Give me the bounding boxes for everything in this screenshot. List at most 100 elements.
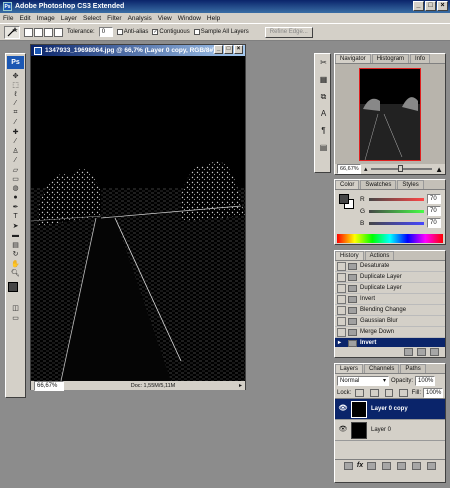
- canvas[interactable]: [31, 56, 245, 381]
- sample-all-layers-checkbox[interactable]: [193, 29, 200, 35]
- color-spectrum-bar[interactable]: [337, 234, 443, 243]
- history-brush-tool-icon[interactable]: ⁄: [7, 156, 24, 165]
- blur-tool-icon[interactable]: ◍: [7, 184, 24, 193]
- tab-navigator[interactable]: Navigator: [335, 54, 371, 63]
- tab-color[interactable]: Color: [335, 180, 360, 189]
- marquee-tool-icon[interactable]: ⬚: [7, 80, 24, 89]
- clone-stamp-tool-icon[interactable]: ♙: [7, 146, 24, 155]
- menu-filter[interactable]: Filter: [107, 15, 121, 22]
- document-zoom-field[interactable]: 66,67%: [34, 380, 64, 391]
- lock-pixels-icon[interactable]: [369, 388, 379, 397]
- close-button[interactable]: ×: [437, 1, 448, 11]
- tab-info[interactable]: Info: [410, 54, 431, 63]
- clone-source-icon[interactable]: ⧉: [315, 88, 332, 105]
- maximize-button[interactable]: □: [425, 1, 436, 11]
- history-item[interactable]: Duplicate Layer: [335, 272, 445, 283]
- character-icon[interactable]: A: [315, 105, 332, 122]
- path-selection-tool-icon[interactable]: ➤: [7, 221, 24, 230]
- screen-mode-icon[interactable]: ▭: [7, 313, 24, 322]
- pen-tool-icon[interactable]: ✒: [7, 202, 24, 211]
- eyedropper-tool-icon[interactable]: ⁄: [7, 118, 24, 127]
- magic-wand-tool-icon[interactable]: ⁄: [7, 99, 24, 108]
- magic-wand-tool-preset-icon[interactable]: [4, 25, 20, 39]
- lock-transparency-icon[interactable]: [355, 388, 364, 397]
- new-group-icon[interactable]: [397, 461, 407, 470]
- paragraph-icon[interactable]: ¶: [315, 122, 332, 139]
- visibility-eye-icon[interactable]: 👁︎: [338, 404, 348, 414]
- history-item[interactable]: Desaturate: [335, 261, 445, 272]
- delete-layer-icon[interactable]: [427, 461, 437, 470]
- history-source-box[interactable]: [337, 283, 346, 293]
- tab-channels[interactable]: Channels: [364, 364, 400, 373]
- layer-row[interactable]: 👁︎ Layer 0: [335, 420, 445, 441]
- color-panel-foreground[interactable]: [339, 194, 349, 204]
- adjustment-layer-icon[interactable]: [382, 461, 392, 470]
- quick-mask-icon[interactable]: ◫: [7, 304, 24, 313]
- refine-edge-button[interactable]: Refine Edge...: [264, 26, 313, 38]
- blue-slider[interactable]: [369, 221, 424, 225]
- new-layer-icon[interactable]: [412, 461, 422, 470]
- blend-mode-select[interactable]: Normal ▾: [337, 375, 389, 386]
- 3d-rotate-tool-icon[interactable]: ↻: [7, 249, 24, 258]
- foreground-color-swatch[interactable]: [8, 281, 18, 292]
- brush-tool-icon[interactable]: ⁄: [7, 137, 24, 146]
- navigator-zoom-slider[interactable]: [370, 165, 433, 172]
- history-item[interactable]: Gaussian Blur: [335, 316, 445, 327]
- move-tool-icon[interactable]: ✥: [7, 71, 24, 80]
- navigator-zoom-field[interactable]: 66,67%: [337, 164, 361, 174]
- history-item[interactable]: Merge Down: [335, 327, 445, 338]
- tab-history[interactable]: History: [335, 251, 364, 260]
- history-state-arrow-icon[interactable]: ▸: [337, 338, 346, 347]
- history-source-box[interactable]: [337, 294, 346, 304]
- tab-paths[interactable]: Paths: [400, 364, 426, 373]
- menu-view[interactable]: View: [158, 15, 172, 22]
- tool-presets-icon[interactable]: ✂: [315, 54, 332, 71]
- doc-maximize-button[interactable]: □: [224, 45, 233, 54]
- history-source-box[interactable]: [337, 316, 346, 326]
- menu-analysis[interactable]: Analysis: [128, 15, 152, 22]
- hand-tool-icon[interactable]: ✋: [7, 259, 24, 268]
- new-selection-icon[interactable]: [24, 27, 33, 37]
- history-source-box[interactable]: [337, 272, 346, 282]
- tolerance-input[interactable]: 0: [98, 27, 113, 37]
- healing-brush-tool-icon[interactable]: ✚: [7, 127, 24, 136]
- menu-image[interactable]: Image: [37, 15, 55, 22]
- new-document-from-state-icon[interactable]: [404, 348, 413, 356]
- shape-tool-icon[interactable]: ▬: [7, 231, 24, 240]
- minimize-button[interactable]: _: [413, 1, 424, 11]
- zoom-out-icon[interactable]: ▴: [364, 165, 368, 173]
- tab-styles[interactable]: Styles: [397, 180, 424, 189]
- green-slider[interactable]: [369, 209, 424, 213]
- tab-actions[interactable]: Actions: [364, 251, 395, 260]
- fill-input[interactable]: 100%: [423, 387, 443, 398]
- menu-select[interactable]: Select: [83, 15, 101, 22]
- document-info[interactable]: Doc: 1,55M/5,11M: [67, 383, 239, 389]
- gradient-tool-icon[interactable]: ▭: [7, 174, 24, 183]
- zoom-tool-icon[interactable]: 🔍︎: [7, 268, 24, 277]
- subtract-from-selection-icon[interactable]: [44, 27, 53, 37]
- visibility-eye-icon[interactable]: 👁︎: [338, 425, 348, 435]
- dodge-tool-icon[interactable]: ●: [7, 193, 24, 202]
- document-title-bar[interactable]: 1347933_19698064.jpg @ 66,7% (Layer 0 co…: [31, 45, 245, 56]
- doc-minimize-button[interactable]: _: [214, 45, 223, 54]
- history-source-box[interactable]: [337, 327, 346, 337]
- menu-window[interactable]: Window: [178, 15, 201, 22]
- history-item[interactable]: Duplicate Layer: [335, 283, 445, 294]
- notes-tool-icon[interactable]: ▤: [7, 240, 24, 249]
- menu-file[interactable]: File: [3, 15, 13, 22]
- menu-help[interactable]: Help: [207, 15, 220, 22]
- history-source-box[interactable]: [337, 305, 346, 315]
- layer-name[interactable]: Layer 0 copy: [371, 406, 408, 412]
- lock-all-icon[interactable]: [399, 388, 408, 397]
- add-to-selection-icon[interactable]: [34, 27, 43, 37]
- zoom-in-icon[interactable]: ▲: [435, 165, 443, 174]
- type-tool-icon[interactable]: T: [7, 212, 24, 221]
- blue-input[interactable]: 70: [427, 218, 441, 228]
- doc-close-button[interactable]: ×: [234, 45, 243, 54]
- eraser-tool-icon[interactable]: ▱: [7, 165, 24, 174]
- layer-row-selected[interactable]: 👁︎ Layer 0 copy: [335, 399, 445, 420]
- intersect-selection-icon[interactable]: [54, 27, 63, 37]
- red-slider[interactable]: [369, 197, 424, 201]
- zoom-slider-thumb[interactable]: [398, 165, 404, 172]
- antialias-checkbox[interactable]: [116, 29, 123, 35]
